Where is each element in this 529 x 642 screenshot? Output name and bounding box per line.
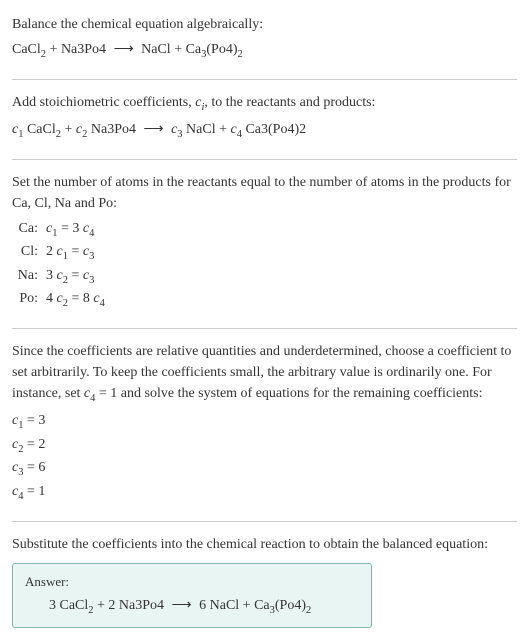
- coeff-c2: c2 = 2: [12, 434, 517, 458]
- coeff-c4: c4 = 1: [12, 481, 517, 505]
- product-po4: (Po4): [206, 42, 237, 57]
- stoich-equation: c1 CaCl2 + c2 Na3Po4 ⟶ c3 NaCl + c4 Ca3(…: [12, 119, 517, 143]
- section-atoms: Set the number of atoms in the reactants…: [12, 166, 517, 322]
- intro-part2: and solve the system of equations for th…: [117, 386, 482, 401]
- atom-row-ca: Ca: c1 = 3 c4: [12, 218, 517, 242]
- atom-eq-po: 4 c2 = 8 c4: [46, 288, 105, 312]
- atom-label-ca: Ca:: [12, 218, 46, 239]
- unbalanced-equation: CaCl2 + Na3Po4 ⟶ NaCl + Ca3(Po4)2: [12, 39, 517, 63]
- answer-box: Answer: 3 CaCl 2 + 2 Na3Po4 ⟶ 6 NaCl + Ca…: [12, 563, 372, 628]
- product-nacl-ca: NaCl + Ca: [141, 42, 201, 57]
- sp3: NaCl +: [183, 122, 231, 137]
- divider: [12, 79, 517, 80]
- section-answer: Substitute the coefficients into the che…: [12, 528, 517, 634]
- p1: 6 NaCl + Ca: [199, 598, 270, 613]
- intro-text: Balance the chemical equation algebraica…: [12, 14, 517, 35]
- mid: = 8: [68, 291, 93, 306]
- pre: 2: [46, 244, 57, 259]
- atom-row-cl: Cl: 2 c1 = c3: [12, 241, 517, 265]
- coeff-c1: c1 = 3: [12, 410, 517, 434]
- coeff-c3: c3 = 6: [12, 457, 517, 481]
- reactant-na3po4: Na3Po4: [61, 42, 106, 57]
- atom-eq-na: 3 c2 = c3: [46, 265, 94, 289]
- p2-sub: 2: [306, 605, 311, 616]
- set-val: = 1: [95, 386, 117, 401]
- section-stoich: Add stoichiometric coefficients, ci, to …: [12, 86, 517, 153]
- sub: 3: [89, 275, 94, 286]
- section-solve: Since the coefficients are relative quan…: [12, 335, 517, 515]
- pre: 4: [46, 291, 57, 306]
- reactant-cacl2: CaCl: [12, 42, 41, 57]
- sub: 4: [89, 227, 94, 238]
- val: = 2: [23, 437, 45, 452]
- atoms-intro: Set the number of atoms in the reactants…: [12, 172, 517, 214]
- divider: [12, 521, 517, 522]
- val: = 3: [23, 413, 45, 428]
- arrow-icon: ⟶: [140, 122, 168, 137]
- sp4: Ca3(Po4)2: [242, 122, 306, 137]
- sub: 4: [100, 298, 105, 309]
- atom-eq-cl: 2 c1 = c3: [46, 241, 94, 265]
- arrow-icon: ⟶: [110, 42, 138, 57]
- coefficient-list: c1 = 3 c2 = 2 c3 = 6 c4 = 1: [12, 410, 517, 504]
- val: = 1: [23, 484, 45, 499]
- sp2: Na3Po4: [87, 122, 136, 137]
- balanced-equation: 3 CaCl2 + 2 Na3Po4 ⟶ 6 NaCl + Ca3(Po4)2: [25, 595, 359, 619]
- p2: (Po4): [275, 598, 306, 613]
- atom-equations: Ca: c1 = 3 c4 Cl: 2 c1 = c3 Na: 3 c2 = c…: [12, 218, 517, 312]
- intro-part2: , to the reactants and products:: [204, 95, 375, 110]
- sub-2b: 2: [238, 49, 243, 60]
- plus-r2: + 2 Na3Po4: [94, 598, 165, 613]
- atom-row-po: Po: 4 c2 = 8 c4: [12, 288, 517, 312]
- mid: =: [68, 268, 83, 283]
- arrow-icon: ⟶: [168, 598, 196, 613]
- intro-part1: Add stoichiometric coefficients,: [12, 95, 195, 110]
- sub: 3: [89, 251, 94, 262]
- plus: +: [46, 42, 61, 57]
- val: = 6: [23, 460, 45, 475]
- stoich-intro: Add stoichiometric coefficients, ci, to …: [12, 92, 517, 116]
- mid: = 3: [57, 221, 82, 236]
- solve-intro: Since the coefficients are relative quan…: [12, 341, 517, 407]
- answer-label: Answer:: [25, 572, 359, 592]
- atom-row-na: Na: 3 c2 = c3: [12, 265, 517, 289]
- atom-label-na: Na:: [12, 265, 46, 286]
- plus1: +: [61, 122, 76, 137]
- pre: 3: [46, 268, 57, 283]
- sp1: CaCl: [23, 122, 55, 137]
- divider: [12, 328, 517, 329]
- atom-label-cl: Cl:: [12, 241, 46, 262]
- atom-label-po: Po:: [12, 288, 46, 309]
- mid: =: [68, 244, 83, 259]
- divider: [12, 159, 517, 160]
- atom-eq-ca: c1 = 3 c4: [46, 218, 94, 242]
- r1: 3 CaCl: [49, 598, 88, 613]
- answer-intro: Substitute the coefficients into the che…: [12, 534, 517, 555]
- section-balance-intro: Balance the chemical equation algebraica…: [12, 8, 517, 73]
